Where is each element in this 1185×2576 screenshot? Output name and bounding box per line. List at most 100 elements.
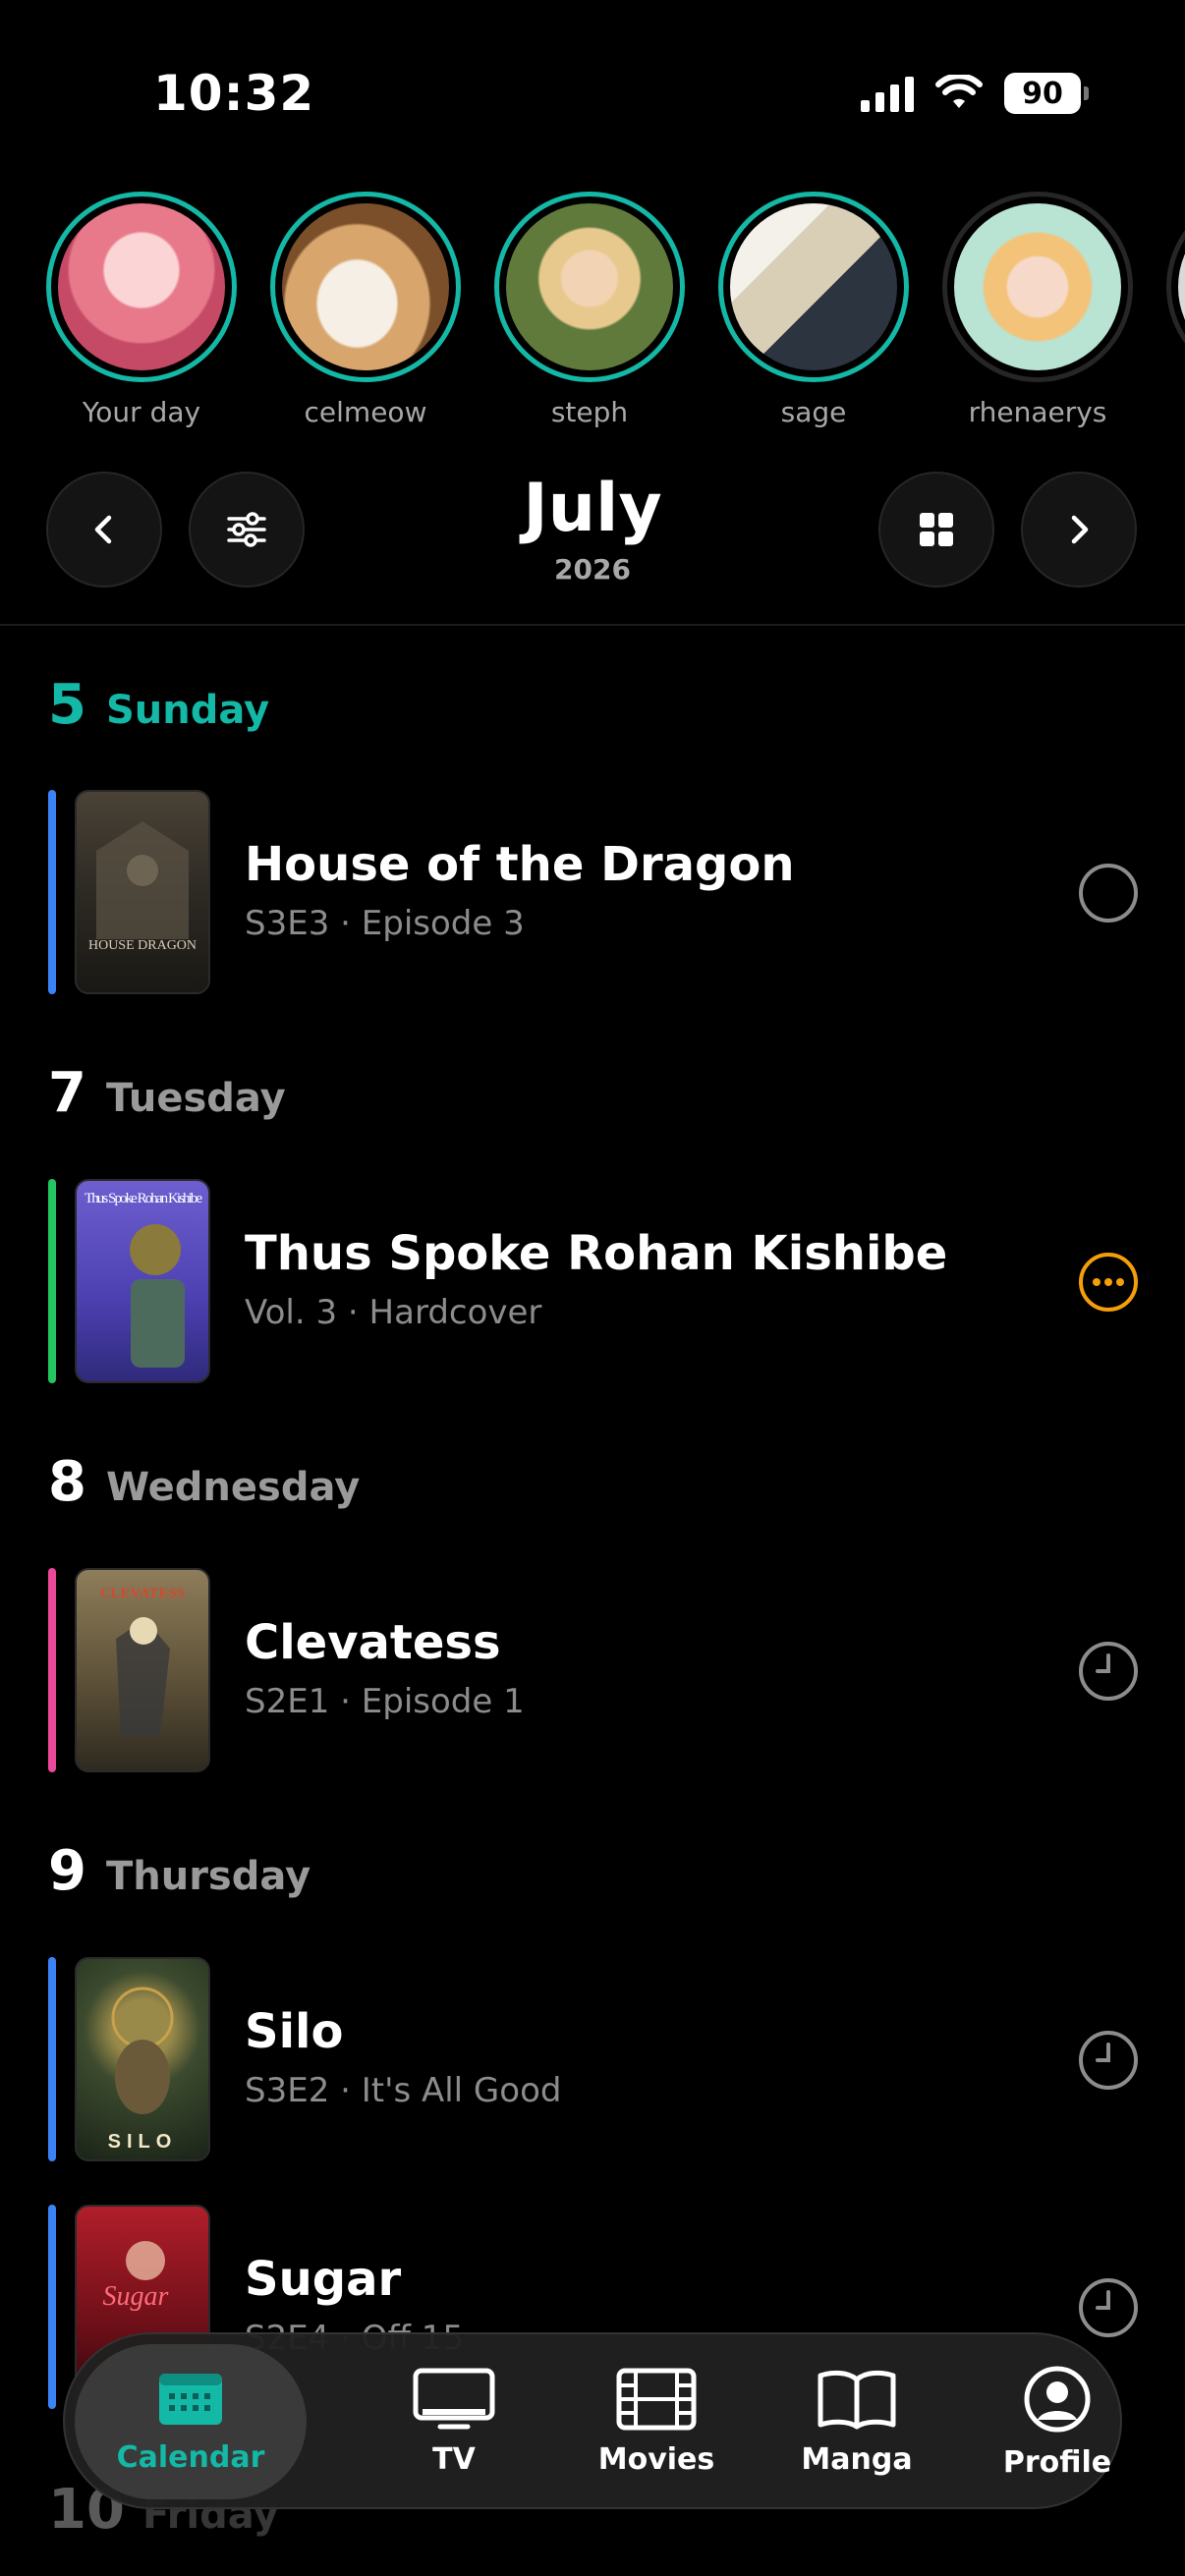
tab-label: Movies xyxy=(597,2441,715,2477)
day-number: 7 xyxy=(48,1061,86,1125)
tab-profile[interactable]: Profile xyxy=(959,2344,1156,2499)
day-number: 9 xyxy=(48,1839,86,1903)
avatar xyxy=(506,203,673,370)
circle-icon[interactable] xyxy=(1078,863,1139,924)
wifi-icon xyxy=(935,75,983,108)
day-number: 5 xyxy=(48,673,86,737)
tab-manga[interactable]: Manga xyxy=(759,2344,955,2499)
avatar xyxy=(954,203,1121,370)
month-year: 2026 xyxy=(554,553,631,586)
day-header: 5 Sunday xyxy=(48,673,269,737)
item-subtitle: S3E3 · Episode 3 xyxy=(245,904,525,943)
tab-label: Calendar xyxy=(116,2439,265,2475)
poster-text: Sugar xyxy=(103,2281,169,2312)
category-accent-bar xyxy=(48,790,56,994)
day-name: Tuesday xyxy=(105,1076,286,1121)
list-item[interactable]: HOUSE DRAGON House of the Dragon S3E3 · … xyxy=(48,790,1139,994)
item-title: Clevatess xyxy=(245,1615,501,1670)
calendar-icon xyxy=(159,2373,222,2425)
grid-view-button[interactable] xyxy=(878,472,994,588)
day-number: 8 xyxy=(48,1450,86,1514)
poster-art: CLEVATESS xyxy=(100,1586,185,1737)
previous-month-button[interactable] xyxy=(46,472,162,588)
item-title: House of the Dragon xyxy=(245,837,795,892)
sliders-icon xyxy=(227,512,266,547)
story-name: steph xyxy=(550,396,629,428)
month-title: July xyxy=(523,470,662,547)
story-ring xyxy=(46,192,237,382)
poster-art: HOUSE DRAGON xyxy=(88,821,197,953)
story-name: sage xyxy=(780,396,847,428)
story-ring xyxy=(942,192,1133,382)
clock-icon[interactable] xyxy=(1078,1641,1139,1702)
filter-button[interactable] xyxy=(189,472,305,588)
poster-text: SILO xyxy=(108,2131,178,2153)
profile-icon xyxy=(1024,2366,1091,2432)
list-item[interactable]: SILO Silo S3E2 · It's All Good xyxy=(48,1957,1139,2161)
story-ring xyxy=(718,192,909,382)
poster-text: Thus Spoke Rohan Kishibe xyxy=(85,1191,202,1206)
tab-label: TV xyxy=(432,2441,476,2477)
poster-image: CLEVATESS xyxy=(75,1568,210,1772)
story-ring xyxy=(270,192,461,382)
status-time: 10:32 xyxy=(153,65,315,122)
film-icon xyxy=(616,2368,697,2430)
story-sage[interactable]: sage xyxy=(718,192,909,428)
clock-icon[interactable] xyxy=(1078,2277,1139,2338)
day-name: Thursday xyxy=(105,1854,311,1899)
story-rhenaerys[interactable]: rhenaerys xyxy=(942,192,1133,428)
story-steph[interactable]: steph xyxy=(494,192,685,428)
item-title: Silo xyxy=(245,2004,344,2059)
status-bar: 10:32 90 xyxy=(0,0,1185,187)
poster-image: SILO xyxy=(75,1957,210,2161)
category-accent-bar xyxy=(48,1568,56,1772)
day-name: Wednesday xyxy=(105,1465,361,1510)
item-title: Thus Spoke Rohan Kishibe xyxy=(245,1226,948,1281)
day-name: Sunday xyxy=(105,688,270,733)
clock-icon[interactable] xyxy=(1078,2030,1139,2091)
tv-icon xyxy=(413,2368,495,2429)
avatar xyxy=(58,203,225,370)
cellular-signal-icon xyxy=(861,75,914,112)
avatar xyxy=(730,203,897,370)
tab-calendar[interactable]: Calendar xyxy=(75,2344,307,2499)
poster-text: HOUSE DRAGON xyxy=(88,938,197,953)
item-subtitle: S2E1 · Episode 1 xyxy=(245,1682,525,1721)
story-your-day[interactable]: Your day xyxy=(46,192,237,428)
day-header: 9 Thursday xyxy=(48,1839,310,1903)
stories-row: Your day celmeow steph sage rhenaerys xyxy=(46,192,1185,437)
header-divider xyxy=(0,624,1185,626)
book-icon xyxy=(818,2370,896,2429)
story-name: rhenaerys xyxy=(968,396,1107,428)
next-month-button[interactable] xyxy=(1021,472,1137,588)
story-name: celmeow xyxy=(304,396,427,428)
poster-image: Thus Spoke Rohan Kishibe xyxy=(75,1179,210,1383)
category-accent-bar xyxy=(48,1179,56,1383)
chevron-left-icon xyxy=(94,515,112,544)
item-subtitle: S3E2 · It's All Good xyxy=(245,2071,562,2110)
list-item[interactable]: Thus Spoke Rohan Kishibe Thus Spoke Roha… xyxy=(48,1179,1139,1383)
day-header: 7 Tuesday xyxy=(48,1061,286,1125)
item-subtitle: Vol. 3 · Hardcover xyxy=(245,1293,542,1332)
list-item[interactable]: CLEVATESS Clevatess S2E1 · Episode 1 xyxy=(48,1568,1139,1772)
category-accent-bar xyxy=(48,2205,56,2409)
poster-text: CLEVATESS xyxy=(100,1586,185,1601)
chevron-right-icon xyxy=(1071,515,1089,544)
story-more[interactable] xyxy=(1166,192,1185,382)
poster-art: Thus Spoke Rohan Kishibe xyxy=(85,1191,202,1368)
status-icons: 90 xyxy=(861,73,1089,114)
avatar xyxy=(282,203,449,370)
story-ring xyxy=(494,192,685,382)
category-accent-bar xyxy=(48,1957,56,2161)
story-celmeow[interactable]: celmeow xyxy=(270,192,461,428)
grid-icon xyxy=(920,513,953,546)
story-ring xyxy=(1166,192,1185,382)
tab-label: Manga xyxy=(801,2441,913,2477)
story-name: Your day xyxy=(82,396,201,428)
tab-movies[interactable]: Movies xyxy=(558,2344,755,2499)
item-title: Sugar xyxy=(245,2252,402,2307)
poster-image: HOUSE DRAGON xyxy=(75,790,210,994)
tab-tv[interactable]: TV xyxy=(356,2344,552,2499)
more-icon[interactable] xyxy=(1078,1252,1139,1313)
poster-art: SILO xyxy=(108,1987,178,2153)
